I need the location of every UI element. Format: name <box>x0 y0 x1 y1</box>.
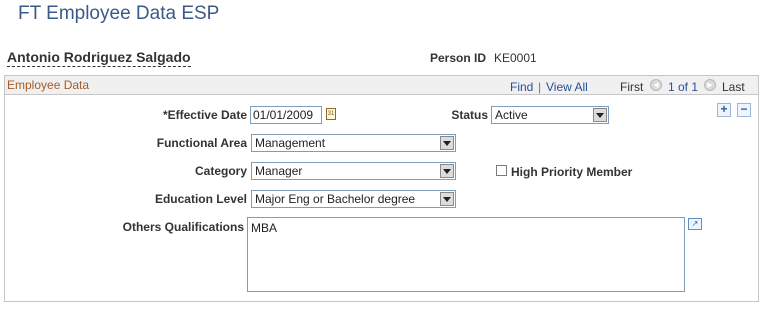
chevron-down-icon[interactable] <box>440 136 454 150</box>
education-level-select[interactable]: Major Eng or Bachelor degree <box>251 190 456 208</box>
high-priority-label: High Priority Member <box>511 165 633 179</box>
person-name[interactable]: Antonio Rodriguez Salgado <box>7 49 191 67</box>
nav-separator: | <box>538 80 542 94</box>
person-id-label: Person ID <box>430 51 487 65</box>
effective-date-label: *Effective Date <box>162 108 247 122</box>
education-level-label: Education Level <box>154 192 247 206</box>
chevron-down-icon[interactable] <box>440 192 454 206</box>
education-level-value: Major Eng or Bachelor degree <box>255 192 416 206</box>
functional-area-value: Management <box>255 136 326 150</box>
status-label: Status <box>451 108 488 122</box>
status-value: Active <box>495 108 528 122</box>
find-link[interactable]: Find <box>510 80 533 94</box>
category-select[interactable]: Manager <box>251 162 456 180</box>
functional-area-label: Functional Area <box>156 136 247 150</box>
add-row-button[interactable]: + <box>717 103 731 117</box>
chevron-right-icon[interactable]: ▶ <box>704 79 716 91</box>
person-id-value: KE0001 <box>494 51 537 65</box>
chevron-down-icon[interactable] <box>593 108 607 122</box>
view-all-link[interactable]: View All <box>546 80 588 94</box>
chevron-left-icon[interactable]: ◀ <box>650 79 662 91</box>
first-label: First <box>620 80 644 94</box>
others-qualifications-textarea[interactable]: MBA <box>247 217 685 292</box>
calendar-icon[interactable]: 31 <box>326 108 336 120</box>
status-select[interactable]: Active <box>491 106 609 124</box>
high-priority-checkbox[interactable] <box>496 165 507 176</box>
expand-text-icon[interactable]: ↗ <box>688 218 702 230</box>
chevron-down-icon[interactable] <box>440 164 454 178</box>
section-title: Employee Data <box>7 78 90 92</box>
effective-date-field[interactable]: 01/01/2009 <box>250 106 322 124</box>
page-title: FT Employee Data ESP <box>18 3 220 24</box>
category-label: Category <box>194 164 247 178</box>
last-label: Last <box>722 80 745 94</box>
row-counter: 1 of 1 <box>668 80 699 94</box>
employee-data-header <box>4 75 759 95</box>
delete-row-button[interactable]: − <box>737 103 751 117</box>
others-qualifications-label: Others Qualifications <box>122 220 244 234</box>
functional-area-select[interactable]: Management <box>251 134 456 152</box>
category-value: Manager <box>255 164 303 178</box>
